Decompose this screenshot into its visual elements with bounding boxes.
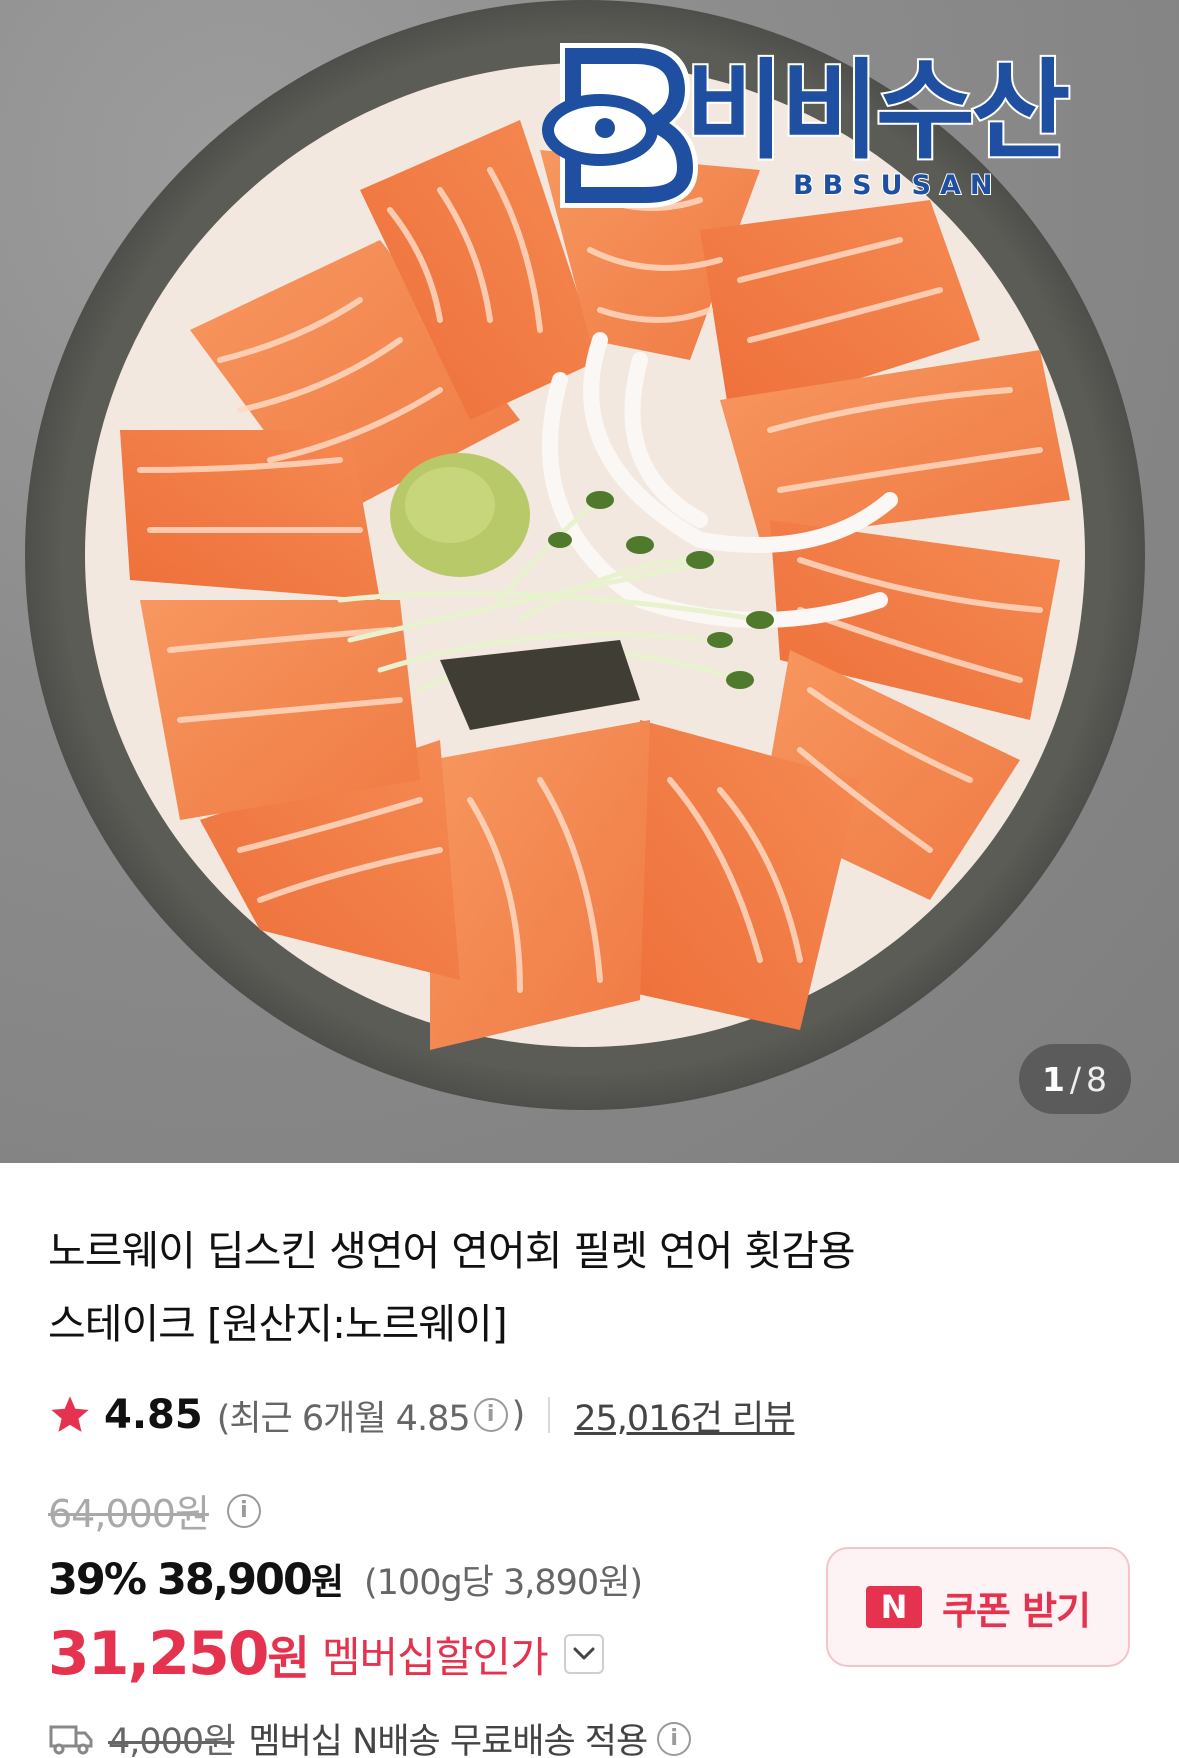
product-title-line2: 스테이크 [원산지:노르웨이] bbox=[48, 1300, 508, 1348]
brand-subtitle: BBSUSAN bbox=[792, 169, 1002, 202]
member-price-row: 31,250원 멤버십할인가 bbox=[48, 1619, 604, 1689]
image-counter: 1 / 8 bbox=[1019, 1044, 1131, 1114]
original-price: 64,000원 bbox=[48, 1492, 210, 1536]
unit-price: (100g당 3,890원) bbox=[364, 1563, 643, 1603]
recent-rating-close: ) bbox=[511, 1395, 526, 1435]
n-badge-icon: N bbox=[865, 1586, 922, 1628]
member-price-dropdown[interactable] bbox=[563, 1634, 604, 1674]
member-price: 31,250원 bbox=[48, 1619, 310, 1689]
brand-name: 비비수산 bbox=[683, 49, 1072, 174]
product-title: 노르웨이 딥스킨 생연어 연어회 필렛 연어 횟감용 스테이크 [원산지:노르웨… bbox=[48, 1215, 1048, 1361]
shipping-text: 멤버십 N배송 무료배송 적용 bbox=[248, 1722, 648, 1758]
info-icon[interactable]: i bbox=[473, 1398, 508, 1432]
member-price-won: 원 bbox=[267, 1631, 310, 1685]
shipping-fee: 4,000원 bbox=[108, 1722, 235, 1758]
price-info-icon[interactable]: i bbox=[226, 1493, 261, 1528]
shipping-row: 4,000원 멤버십 N배송 무료배송 적용 i bbox=[48, 1713, 695, 1758]
image-counter-total: 8 bbox=[1086, 1059, 1109, 1099]
chevron-down-icon bbox=[573, 1647, 595, 1660]
divider bbox=[548, 1397, 551, 1433]
review-count-link[interactable]: 25,016건 리뷰 bbox=[574, 1390, 795, 1441]
brand-logo: 비비수산 BBSUSAN bbox=[535, 38, 1135, 208]
rating-score: 4.85 bbox=[104, 1392, 203, 1438]
brand-b-icon bbox=[542, 43, 699, 208]
member-price-value: 31,250 bbox=[48, 1619, 270, 1689]
discount-rate: 39% bbox=[48, 1555, 147, 1605]
sale-price-won: 원 bbox=[310, 1562, 344, 1603]
member-price-label: 멤버십할인가 bbox=[321, 1632, 549, 1682]
original-price-row: 64,000원 i bbox=[48, 1483, 265, 1538]
image-counter-current: 1 bbox=[1041, 1059, 1066, 1099]
star-icon bbox=[51, 1396, 89, 1432]
rating-row: 4.85 (최근 6개월 4.85 i ) 25,016건 리뷰 bbox=[48, 1389, 795, 1441]
product-info: 노르웨이 딥스킨 생연어 연어회 필렛 연어 횟감용 스테이크 [원산지:노르웨… bbox=[0, 1163, 1179, 1758]
shipping-info-icon[interactable]: i bbox=[657, 1721, 692, 1756]
truck-icon bbox=[49, 1725, 93, 1754]
coupon-button-label: 쿠폰 받기 bbox=[941, 1588, 1091, 1633]
coupon-button[interactable]: N 쿠폰 받기 bbox=[826, 1547, 1130, 1667]
sale-price-value: 38,900 bbox=[156, 1555, 313, 1605]
recent-rating: (최근 6개월 4.85 bbox=[216, 1398, 471, 1439]
product-title-line1: 노르웨이 딥스킨 생연어 연어회 필렛 연어 횟감용 bbox=[48, 1227, 856, 1275]
sale-price: 38,900원 bbox=[156, 1553, 344, 1605]
image-counter-separator: / bbox=[1069, 1059, 1083, 1099]
sale-price-row: 39% 38,900원 (100g당 3,890원) bbox=[48, 1553, 643, 1605]
product-image[interactable]: 비비수산 BBSUSAN 1 / 8 bbox=[0, 0, 1179, 1163]
